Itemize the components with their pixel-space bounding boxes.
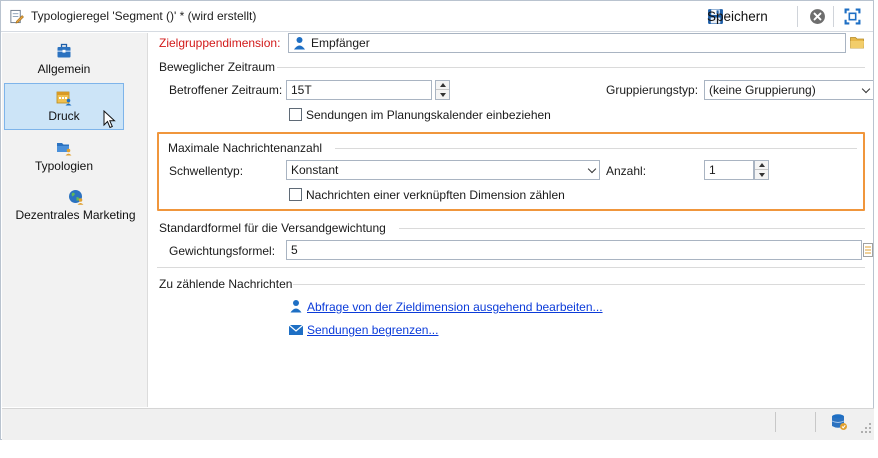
stepper-up[interactable] [755,161,768,170]
group-title-max-messages: Maximale Nachrichtenanzahl [168,141,323,155]
title-bar: Typologieregel 'Segment ()' * (wird erst… [1,1,873,32]
typology-rule-window: Typologieregel 'Segment ()' * (wird erst… [0,0,874,440]
sidebar-item-label: Typologien [34,159,94,173]
close-icon[interactable] [809,8,826,25]
toolbar-separator [797,6,798,27]
group-divider [399,228,865,229]
sidebar-item-allgemein[interactable]: Allgemein [5,37,123,84]
count-stepper[interactable] [754,160,769,180]
threshold-type-value: Konstant [291,163,339,177]
user-icon [290,300,302,313]
planning-calendar-checkbox[interactable] [289,108,302,121]
limit-deliveries-link[interactable]: Sendungen begrenzen... [307,323,438,337]
linked-dimension-checkbox[interactable] [289,188,302,201]
grouping-type-label: Gruppierungstyp: [606,83,699,97]
envelope-icon [288,324,304,335]
group-divider [157,267,865,268]
group-divider [293,284,865,285]
sidebar-item-label: Dezentrales Marketing [15,208,136,222]
grouping-type-value: (keine Gruppierung) [709,83,816,97]
window-title: Typologieregel 'Segment ()' * (wird erst… [31,9,257,23]
edit-query-link[interactable]: Abfrage von der Zieldimension ausgehend … [307,300,603,314]
target-dimension-field[interactable]: Empfänger [288,33,846,53]
sidebar-item-druck[interactable]: Druck [4,83,124,130]
status-separator [775,412,776,432]
target-dimension-label: Zielgruppendimension: [159,36,281,50]
stepper-down[interactable] [755,170,768,179]
sidebar-item-dezentrales-marketing[interactable]: Dezentrales Marketing [4,183,147,230]
count-input[interactable]: 1 [704,160,754,180]
threshold-type-select[interactable]: Konstant [286,160,600,180]
globe-icon [68,190,83,205]
weighting-formula-label: Gewichtungsformel: [169,244,276,258]
stepper-up[interactable] [436,81,449,90]
grouping-type-select[interactable]: (keine Gruppierung) [704,80,873,100]
group-title-period: Beweglicher Zeitraum [157,60,278,74]
formula-editor-icon[interactable] [863,243,873,257]
sidebar-item-typologien[interactable]: Typologien [5,134,123,181]
form-content: Zielgruppendimension: Empfänger Beweglic… [149,33,873,407]
save-button-label: Speichern [707,9,768,24]
briefcase-icon [57,43,71,58]
count-label: Anzahl: [606,164,647,178]
period-input[interactable]: 15T [286,80,432,100]
threshold-type-label: Schwellentyp: [169,164,244,178]
chevron-down-icon[interactable] [584,161,599,179]
status-bar [2,408,874,440]
maximize-icon[interactable] [844,8,861,25]
folder-icon[interactable] [850,36,865,49]
database-icon[interactable] [830,413,848,431]
mouse-cursor-icon [103,110,116,129]
planning-calendar-checkbox-label: Sendungen im Planungskalender einbeziehe… [306,108,551,122]
stepper-down[interactable] [436,90,449,99]
linked-dimension-checkbox-label: Nachrichten einer verknüpften Dimension … [306,188,565,202]
status-separator [815,412,816,432]
sidebar: Allgemein Druck Typologien Dezentrales M… [2,33,148,407]
period-stepper[interactable] [435,80,450,100]
period-label: Betroffener Zeitraum: [169,83,283,97]
folder-user-icon [57,143,72,156]
save-button[interactable]: Speichern [704,5,790,28]
target-dimension-value: Empfänger [311,36,370,50]
calendar-user-icon [56,91,72,106]
toolbar-separator [833,6,834,27]
group-title-weighting: Standardformel für die Versandgewichtung [157,221,388,235]
group-divider [229,67,865,68]
user-icon [294,37,305,50]
group-divider [335,148,857,149]
group-title-count-messages: Zu zählende Nachrichten [157,277,295,291]
sidebar-item-label: Allgemein [37,62,91,76]
resize-grip-icon[interactable] [860,422,872,434]
chevron-down-icon[interactable] [858,81,873,99]
edit-document-icon [10,9,24,24]
weighting-formula-input[interactable]: 5 [286,240,862,260]
